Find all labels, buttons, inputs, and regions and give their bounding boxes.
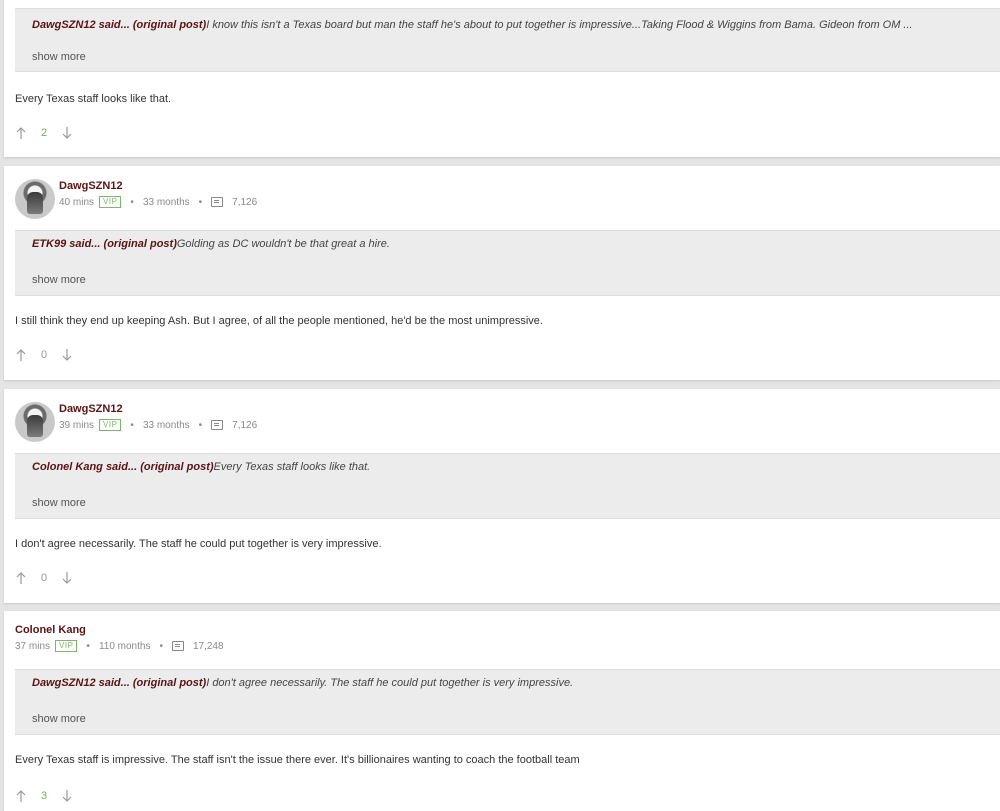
arrow-up-icon[interactable]: [15, 571, 27, 585]
avatar[interactable]: [15, 402, 55, 442]
post-time: 37 mins: [15, 640, 51, 652]
arrow-down-icon[interactable]: [61, 571, 73, 585]
arrow-down-icon[interactable]: [61, 126, 73, 140]
original-post-link[interactable]: (original post): [133, 19, 206, 31]
post-time: 39 mins: [59, 419, 95, 431]
quote-block: Colonel Kang said... (original post)Ever…: [15, 453, 1000, 519]
post-0: DawgSZN12 said... (original post)I know …: [4, 0, 1000, 157]
quote-text: I know this isn't a Texas board but man …: [206, 19, 913, 31]
separator: •: [130, 419, 134, 431]
username[interactable]: Colonel Kang: [15, 623, 224, 637]
quote-author[interactable]: DawgSZN12 said...: [32, 19, 130, 31]
quote-author[interactable]: DawgSZN12 said...: [32, 677, 130, 689]
arrow-down-icon[interactable]: [61, 348, 73, 362]
member-tenure: 33 months: [142, 196, 190, 208]
quote-text: Golding as DC wouldn't be that great a h…: [176, 238, 390, 250]
show-more-link[interactable]: show more: [32, 274, 86, 286]
vote-count: 0: [40, 349, 48, 361]
separator: •: [159, 640, 163, 652]
original-post-link[interactable]: (original post): [104, 238, 177, 250]
post-body: I don't agree necessarily. The staff he …: [15, 538, 382, 550]
vip-badge: VIP: [99, 196, 122, 208]
username[interactable]: DawgSZN12: [59, 179, 257, 193]
arrow-up-icon[interactable]: [15, 348, 27, 362]
vote-controls: 3: [15, 789, 73, 803]
vote-count: 3: [40, 790, 48, 802]
show-more-link[interactable]: show more: [32, 497, 86, 509]
vote-controls: 0: [15, 571, 73, 585]
post-time: 40 mins: [59, 196, 95, 208]
member-tenure: 33 months: [142, 419, 190, 431]
vote-controls: 0: [15, 348, 73, 362]
arrow-up-icon[interactable]: [15, 126, 27, 140]
arrow-up-icon[interactable]: [15, 789, 27, 803]
quote-text: I don't agree necessarily. The staff he …: [206, 677, 574, 689]
vote-count: 0: [40, 572, 48, 584]
show-more-link[interactable]: show more: [32, 51, 86, 63]
post-body: Every Texas staff looks like that.: [15, 93, 172, 105]
separator: •: [86, 640, 90, 652]
message-icon: [211, 420, 224, 430]
post-body: Every Texas staff is impressive. The sta…: [15, 754, 580, 766]
quote-text: Every Texas staff looks like that.: [213, 461, 371, 473]
vip-badge: VIP: [55, 640, 78, 652]
arrow-down-icon[interactable]: [61, 789, 73, 803]
username[interactable]: DawgSZN12: [59, 402, 257, 416]
separator: •: [198, 196, 203, 208]
post-2: DawgSZN12 39 mins VIP • 33 months • 7,12…: [4, 389, 1000, 603]
post-count: 17,248: [192, 640, 224, 652]
message-icon: [171, 641, 184, 651]
post-count: 7,126: [232, 196, 258, 208]
vote-count: 2: [40, 127, 48, 139]
show-more-link[interactable]: show more: [32, 713, 86, 725]
vip-badge: VIP: [99, 419, 122, 431]
vote-controls: 2: [15, 126, 73, 140]
avatar[interactable]: [15, 179, 55, 219]
original-post-link[interactable]: (original post): [133, 677, 206, 689]
original-post-link[interactable]: (original post): [140, 461, 213, 473]
quote-block: ETK99 said... (original post)Golding as …: [15, 230, 1000, 296]
post-1: DawgSZN12 40 mins VIP • 33 months • 7,12…: [4, 166, 1000, 380]
separator: •: [130, 196, 134, 208]
post-count: 7,126: [232, 419, 258, 431]
post-3: Colonel Kang 37 mins VIP • 110 months • …: [4, 611, 1000, 811]
member-tenure: 110 months: [98, 640, 151, 652]
quote-block: DawgSZN12 said... (original post)I know …: [15, 8, 1000, 72]
quote-block: DawgSZN12 said... (original post)I don't…: [15, 669, 1000, 735]
quote-author[interactable]: Colonel Kang said...: [32, 461, 137, 473]
separator: •: [198, 419, 203, 431]
quote-author[interactable]: ETK99 said...: [32, 238, 100, 250]
post-body: I still think they end up keeping Ash. B…: [15, 315, 543, 327]
message-icon: [211, 197, 224, 207]
